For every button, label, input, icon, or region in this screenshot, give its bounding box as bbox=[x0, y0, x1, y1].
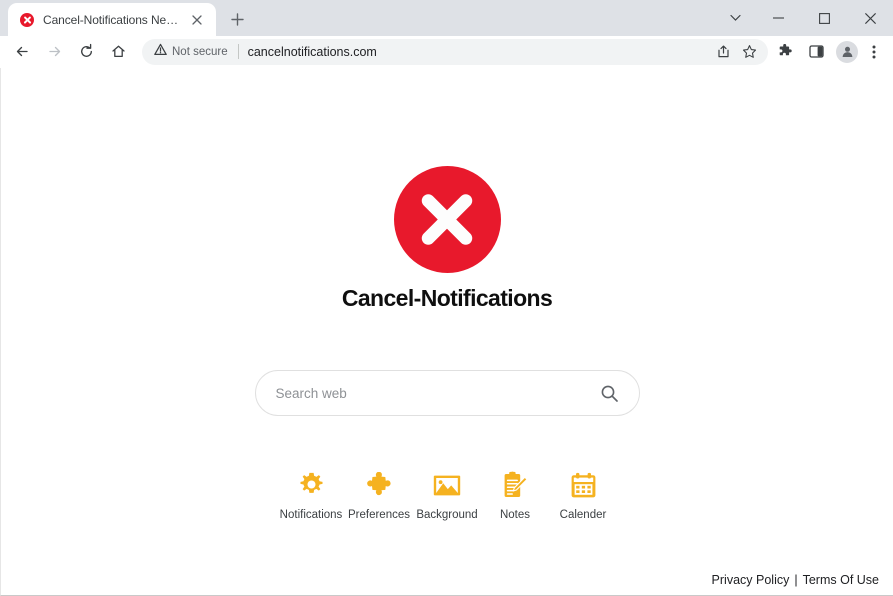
terms-of-use-link[interactable]: Terms Of Use bbox=[803, 573, 879, 587]
forward-button[interactable] bbox=[40, 38, 68, 66]
url-text: cancelnotifications.com bbox=[247, 44, 377, 59]
site-security-chip[interactable]: Not secure bbox=[154, 43, 228, 61]
three-dot-menu-icon[interactable] bbox=[862, 38, 886, 66]
shortcut-label: Calender bbox=[559, 509, 607, 521]
cancel-x-favicon bbox=[19, 12, 35, 28]
reload-button[interactable] bbox=[72, 38, 100, 66]
window-controls bbox=[715, 0, 893, 36]
address-bar[interactable]: Not secure cancelnotifications.com bbox=[142, 38, 768, 65]
shortcut-label: Preferences bbox=[347, 509, 410, 521]
share-icon[interactable] bbox=[710, 39, 736, 65]
puzzle-piece-icon bbox=[365, 470, 393, 500]
search-icon[interactable] bbox=[597, 380, 623, 406]
search-bar[interactable] bbox=[254, 370, 640, 416]
tab-search-button[interactable] bbox=[715, 1, 755, 35]
logo-text: Cancel-Notifications bbox=[341, 285, 553, 311]
browser-window: Cancel-Notifications New Tab bbox=[0, 0, 893, 596]
footer-links: Privacy Policy | Terms Of Use bbox=[712, 573, 879, 587]
bookmark-star-icon[interactable] bbox=[736, 39, 762, 65]
privacy-policy-link[interactable]: Privacy Policy bbox=[712, 573, 790, 587]
close-window-button[interactable] bbox=[847, 1, 893, 35]
new-tab-page: Cancel-Notifications Search web Notifica… bbox=[1, 68, 893, 595]
footer-divider: | bbox=[794, 573, 798, 587]
back-button[interactable] bbox=[8, 38, 36, 66]
extensions-icon[interactable] bbox=[771, 38, 799, 66]
page-viewport: Cancel-Notifications Search web Notifica… bbox=[0, 68, 893, 596]
tab-strip: Cancel-Notifications New Tab bbox=[0, 0, 893, 36]
shortcut-row: Notifications Preferences Background Not… bbox=[277, 470, 617, 521]
shortcut-notes[interactable]: Notes bbox=[481, 470, 549, 521]
browser-tab[interactable]: Cancel-Notifications New Tab bbox=[8, 3, 216, 36]
minimize-button[interactable] bbox=[755, 1, 801, 35]
shortcut-notifications[interactable]: Notifications bbox=[277, 470, 345, 521]
image-icon bbox=[433, 470, 461, 500]
shortcut-preferences[interactable]: Preferences bbox=[345, 470, 413, 521]
omnibox-actions bbox=[710, 39, 764, 65]
notes-clipboard-icon bbox=[502, 470, 528, 500]
close-tab-button[interactable] bbox=[187, 10, 207, 30]
new-tab-button[interactable] bbox=[223, 5, 251, 33]
shortcut-label: Notes bbox=[499, 509, 531, 521]
profile-avatar[interactable] bbox=[836, 40, 858, 63]
side-panel-icon[interactable] bbox=[802, 38, 830, 66]
not-secure-label: Not secure bbox=[172, 45, 228, 58]
home-button[interactable] bbox=[104, 38, 132, 66]
warning-triangle-icon bbox=[154, 43, 167, 61]
shortcut-calender[interactable]: Calender bbox=[549, 470, 617, 521]
omnibox-separator bbox=[237, 44, 239, 59]
browser-toolbar: Not secure cancelnotifications.com bbox=[0, 36, 893, 68]
calendar-icon bbox=[570, 470, 597, 500]
cancel-x-logo bbox=[393, 166, 501, 273]
maximize-button[interactable] bbox=[801, 1, 847, 35]
tab-title: Cancel-Notifications New Tab bbox=[43, 12, 179, 27]
shortcut-label: Notifications bbox=[279, 509, 343, 521]
gear-icon bbox=[298, 470, 325, 500]
shortcut-background[interactable]: Background bbox=[413, 470, 481, 521]
shortcut-label: Background bbox=[416, 509, 478, 521]
search-input[interactable] bbox=[275, 385, 597, 401]
site-logo: Cancel-Notifications bbox=[341, 166, 553, 312]
